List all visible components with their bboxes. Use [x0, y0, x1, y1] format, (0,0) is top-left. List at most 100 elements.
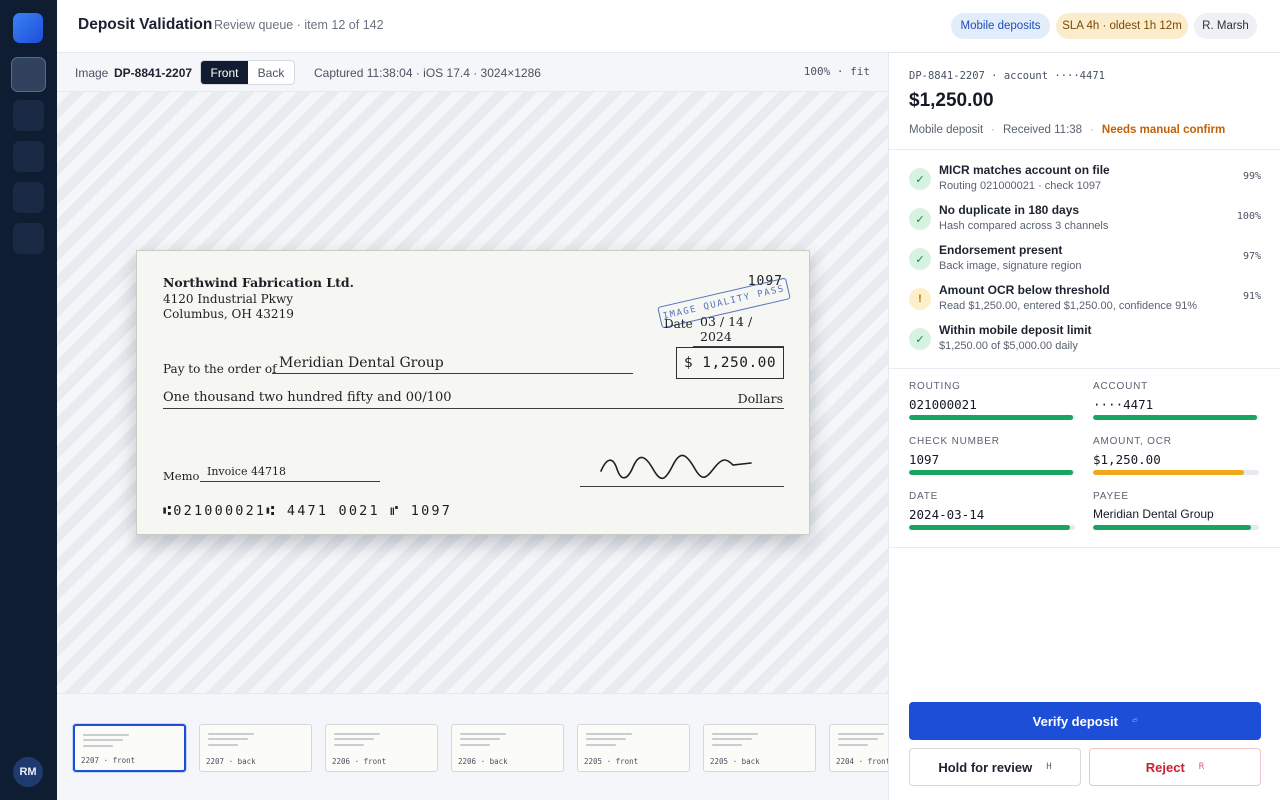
check-score: 97% [1242, 251, 1261, 262]
dollars-label: Dollars [737, 391, 783, 406]
check-amount-box: $ 1,250.00 [676, 347, 784, 379]
thumbnail-line [334, 744, 364, 746]
deposit-meta: Mobile deposit · Received 11:38 · Needs manu… [909, 124, 1225, 136]
page-title: Deposit Validation [78, 16, 213, 33]
extracted-field: ROUTING 021000021 [909, 381, 1075, 431]
avatar[interactable]: RM [13, 757, 43, 787]
memo-label: Memo [163, 469, 200, 483]
thumbnail-label: 2206 · back [458, 757, 508, 766]
mobile-deposits-badge[interactable]: Mobile deposits [951, 13, 1050, 39]
top-header: Deposit Validation Review queue · item 1… [57, 0, 1280, 53]
thumbnail-line [334, 733, 380, 735]
field-value[interactable]: Meridian Dental Group [1093, 507, 1214, 521]
nav-item-3[interactable] [13, 141, 44, 172]
signature-icon [600, 454, 752, 480]
front-toggle-button[interactable]: Front [201, 61, 248, 84]
thumbnail-line [838, 744, 868, 746]
divider [889, 368, 1280, 369]
check-date-label: Date [664, 317, 693, 331]
extracted-field: PAYEE Meridian Dental Group [1093, 491, 1259, 541]
reject-button[interactable]: Reject R [1089, 748, 1261, 786]
confidence-fill [909, 470, 1074, 475]
field-value[interactable]: 2024-03-14 [909, 507, 984, 522]
check-detail: Routing 021000021 · check 1097 [939, 180, 1102, 192]
divider [889, 547, 1280, 548]
thumbnail-line [334, 738, 374, 740]
check-image-viewer[interactable]: Northwind Fabrication Ltd. 4120 Industri… [57, 92, 888, 693]
user-menu[interactable]: R. Marsh [1194, 13, 1257, 39]
separator: · [991, 124, 995, 136]
check-detail: Back image, signature region [939, 260, 1082, 272]
field-label: ACCOUNT [1093, 381, 1149, 392]
check-detail: Hash compared across 3 channels [939, 220, 1109, 232]
confidence-fill [1093, 470, 1245, 475]
thumbnail-label: 2205 · front [584, 757, 639, 766]
check-score: 100% [1236, 211, 1261, 222]
field-label: DATE [909, 491, 939, 502]
thumbnail-line [712, 738, 752, 740]
thumbnail[interactable]: 2206 · back [451, 724, 564, 772]
validation-check: ✓ Within mobile deposit limit $1,250.00 of… [909, 323, 1261, 359]
field-value[interactable]: 1097 [909, 452, 939, 467]
nav-item-2[interactable] [13, 100, 44, 131]
check-title: Amount OCR below threshold [939, 283, 1110, 297]
field-value[interactable]: $1,250.00 [1093, 452, 1161, 467]
zoom-control[interactable]: 100% · fit [804, 65, 870, 78]
confidence-fill [1093, 415, 1258, 420]
check-address-line2: Columbus, OH 43219 [163, 307, 294, 321]
thumbnail-line [83, 745, 113, 747]
side-toggle: Front Back [200, 60, 295, 85]
confidence-bar [1093, 525, 1259, 530]
check-detail: $1,250.00 of $5,000.00 daily [939, 340, 1078, 352]
micr-line: ⑆021000021⑆ 4471 0021 ⑈ 1097 [163, 503, 453, 519]
check-address-line1: 4120 Industrial Pkwy [163, 292, 293, 306]
extracted-field: DATE 2024-03-14 [909, 491, 1075, 541]
hold-for-review-button[interactable]: Hold for review H [909, 748, 1081, 786]
confidence-bar [909, 470, 1075, 475]
thumbnail-label: 2205 · back [710, 757, 760, 766]
thumbnail[interactable]: 2207 · back [199, 724, 312, 772]
field-label: CHECK NUMBER [909, 436, 1000, 447]
thumbnail-line [712, 733, 758, 735]
confidence-fill [909, 415, 1074, 420]
thumbnail[interactable]: 2205 · back [703, 724, 816, 772]
thumbnail-line [460, 738, 500, 740]
capture-info: Captured 11:38:04 · iOS 17.4 · 3024×1286 [314, 66, 541, 80]
nav-item-4[interactable] [13, 182, 44, 213]
validation-check: ✓ No duplicate in 180 days Hash compared a… [909, 203, 1261, 239]
thumbnail[interactable]: 2205 · front [577, 724, 690, 772]
confidence-bar [909, 525, 1075, 530]
thumbnail[interactable]: 2206 · front [325, 724, 438, 772]
check-score: 99% [1242, 171, 1261, 182]
validation-check: ! Amount OCR below threshold Read $1,250.0… [909, 283, 1261, 319]
thumbnail-line [586, 744, 616, 746]
check-icon: ✓ [909, 208, 931, 230]
thumbnail-line [83, 734, 129, 736]
separator: · [1090, 124, 1094, 136]
thumbnail-line [208, 738, 248, 740]
thumbnail-line [460, 744, 490, 746]
check-amount-words: One thousand two hundred fifty and 00/10… [163, 390, 784, 409]
deposit-amount: $1,250.00 [909, 90, 994, 111]
warning-icon: ! [909, 288, 931, 310]
thumbnail-label: 2207 · back [206, 757, 256, 766]
confidence-bar [1093, 470, 1259, 475]
nav-item-review[interactable] [11, 57, 46, 92]
received-time: Received 11:38 [1003, 124, 1083, 136]
confidence-bar [1093, 415, 1259, 420]
field-value[interactable]: 021000021 [909, 397, 977, 412]
thumbnail-line [208, 744, 238, 746]
thumbnail[interactable]: 2207 · front [73, 724, 186, 772]
queue-position: Review queue · item 12 of 142 [214, 18, 384, 32]
app-logo-icon[interactable] [13, 13, 43, 43]
status-badge: Needs manual confirm [1101, 124, 1226, 136]
back-toggle-button[interactable]: Back [248, 61, 294, 84]
validation-check: ✓ MICR matches account on file Routing 021… [909, 163, 1261, 199]
nav-item-5[interactable] [13, 223, 44, 254]
verify-deposit-button[interactable]: Verify deposit ⏎ [909, 702, 1261, 740]
check-detail: Read $1,250.00, entered $1,250.00, confi… [939, 300, 1198, 312]
check-title: MICR matches account on file [939, 163, 1110, 177]
field-value[interactable]: ····4471 [1093, 397, 1153, 412]
thumbnail-line [712, 744, 742, 746]
thumbnail[interactable]: 2204 · front [829, 724, 888, 772]
